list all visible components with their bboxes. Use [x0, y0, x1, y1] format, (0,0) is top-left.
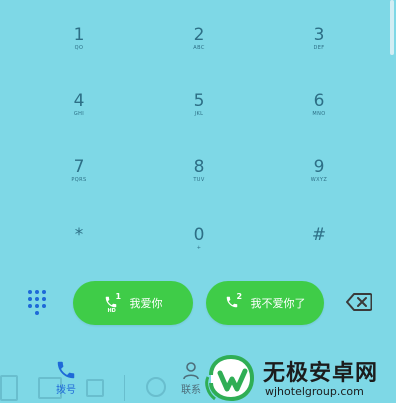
key-digit: 3 — [313, 25, 325, 45]
key-digit: 0 — [193, 225, 205, 245]
call-sim2-label: 我不爱你了 — [250, 297, 306, 310]
key-letters: QO — [74, 45, 84, 51]
key-letters: GHI — [73, 111, 85, 117]
key-5[interactable]: 5 JKL — [159, 91, 239, 141]
key-6[interactable]: 6 MNO — [279, 91, 359, 141]
key-8[interactable]: 8 TUV — [159, 157, 239, 207]
tab-divider — [124, 375, 125, 401]
key-letters: WXYZ — [310, 177, 328, 183]
tab-contacts-label: 联系 — [181, 385, 201, 396]
key-1[interactable]: 1 QO — [39, 25, 119, 75]
key-digit: 6 — [313, 91, 325, 111]
key-digit: 5 — [193, 91, 205, 111]
key-letters: MNO — [312, 111, 326, 117]
key-letters: DEF — [313, 45, 325, 51]
key-7[interactable]: 7 PQRS — [39, 157, 119, 207]
key-letters: TUV — [193, 177, 205, 183]
sim-1-badge: 1 — [115, 292, 122, 301]
key-digit: 4 — [73, 91, 85, 111]
phone-icon: 2 — [225, 292, 245, 314]
watermark-url: wjhotelgroup.com — [265, 385, 364, 398]
tab-dial-label: 拨号 — [56, 385, 76, 396]
key-2[interactable]: 2 ABC — [159, 25, 239, 75]
contacts-icon — [183, 362, 199, 380]
watermark-logo-icon — [205, 354, 255, 402]
tab-dial[interactable]: 拨号 — [50, 359, 82, 396]
key-9[interactable]: 9 WXYZ — [279, 157, 359, 207]
watermark-brand: 无极安卓网 — [263, 361, 379, 386]
backspace-icon[interactable] — [346, 293, 373, 311]
tab-contacts[interactable]: 联系 — [176, 361, 206, 396]
key-hash[interactable]: # — [279, 225, 359, 275]
dial-keypad: 1 QO 2 ABC 3 DEF 4 GHI 5 JKL 6 MNO 7 PQR… — [0, 0, 396, 270]
key-digit: 9 — [313, 157, 325, 177]
ghost-tab-icon — [86, 379, 104, 397]
key-letters: + — [196, 245, 202, 251]
key-3[interactable]: 3 DEF — [279, 25, 359, 75]
key-letters: PQRS — [71, 177, 87, 183]
key-digit: 2 — [193, 25, 205, 45]
ghost-search-icon — [146, 377, 166, 397]
call-sim1-button[interactable]: 1 HD 我爱你 — [73, 281, 193, 325]
key-letters: JKL — [194, 111, 204, 117]
watermark: 无极安卓网 wjhotelgroup.com — [205, 349, 395, 403]
call-sim2-button[interactable]: 2 我不爱你了 — [206, 281, 324, 325]
key-digit: # — [311, 225, 327, 245]
dial-action-row: 1 HD 我爱你 2 我不爱你了 — [0, 278, 396, 326]
hd-badge: HD — [107, 308, 116, 314]
keypad-toggle-icon[interactable] — [28, 290, 50, 315]
key-star[interactable]: * — [39, 225, 119, 275]
phone-icon — [57, 361, 75, 379]
call-sim1-label: 我爱你 — [129, 297, 163, 310]
key-0[interactable]: 0 + — [159, 225, 239, 275]
key-letters: ABC — [193, 45, 205, 51]
key-4[interactable]: 4 GHI — [39, 91, 119, 141]
key-digit: 8 — [193, 157, 205, 177]
key-digit: 1 — [73, 25, 85, 45]
key-digit: * — [74, 225, 84, 245]
sim-2-badge: 2 — [236, 292, 243, 301]
key-digit: 7 — [73, 157, 85, 177]
ghost-tab-icon — [0, 375, 18, 401]
phone-icon: 1 HD — [104, 292, 124, 314]
